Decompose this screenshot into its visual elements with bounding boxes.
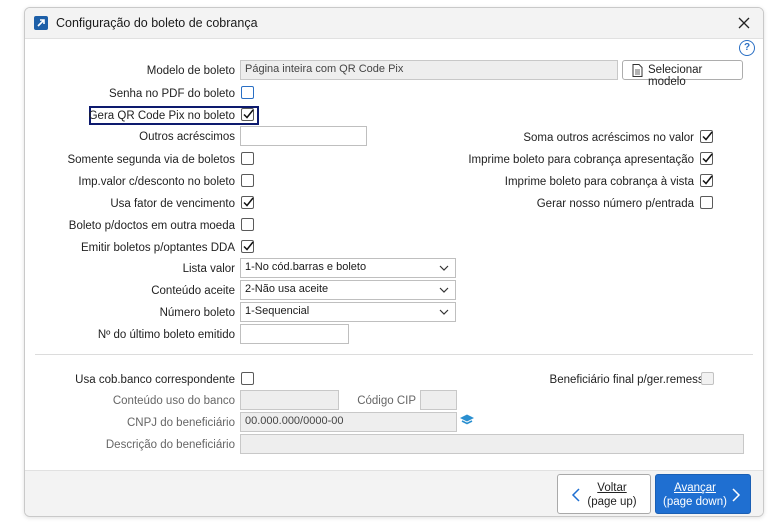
search-icon[interactable] bbox=[459, 414, 475, 426]
checkmark-icon bbox=[702, 175, 713, 185]
soma-label: Soma outros acréscimos no valor bbox=[523, 132, 694, 144]
ultimo-label: Nº do último boleto emitido bbox=[97, 329, 235, 341]
outros-label: Outros acréscimos bbox=[139, 131, 235, 143]
beneficiario-final-checkbox[interactable] bbox=[701, 372, 714, 385]
voltar-button[interactable]: Voltar (page up) bbox=[557, 474, 651, 514]
imprime-apresentacao-label: Imprime boleto para cobrança apresentaçã… bbox=[468, 154, 694, 166]
chevron-down-icon bbox=[439, 309, 449, 315]
segunda-via-label: Somente segunda via de boletos bbox=[67, 154, 235, 166]
codigo-cip-field bbox=[420, 390, 457, 410]
senha-pdf-label: Senha no PDF do boleto bbox=[109, 88, 235, 100]
chevron-down-icon bbox=[439, 265, 449, 271]
checkmark-icon bbox=[243, 241, 254, 251]
checkmark-icon bbox=[243, 197, 254, 207]
imp-valor-checkbox[interactable] bbox=[241, 174, 254, 187]
title-bar: Configuração do boleto de cobrança bbox=[25, 8, 763, 39]
imprime-vista-label: Imprime boleto para cobrança à vista bbox=[504, 176, 694, 188]
avancar-button[interactable]: Avançar (page down) bbox=[655, 474, 751, 514]
voltar-hint: (page up) bbox=[587, 496, 637, 508]
checkmark-icon bbox=[702, 131, 713, 141]
close-icon[interactable] bbox=[733, 12, 755, 34]
avancar-hint: (page down) bbox=[663, 496, 727, 508]
fator-checkbox[interactable] bbox=[241, 196, 254, 209]
section-divider bbox=[35, 354, 753, 355]
gera-qr-checkbox[interactable] bbox=[241, 108, 254, 121]
lista-select[interactable]: 1-No cód.barras e boleto bbox=[240, 258, 456, 278]
codigo-cip-label: Código CIP bbox=[357, 395, 416, 407]
conteudo-uso-field bbox=[240, 390, 339, 410]
modelo-field: Página inteira com QR Code Pix bbox=[240, 60, 618, 80]
senha-pdf-checkbox[interactable] bbox=[241, 86, 254, 99]
segunda-via-checkbox[interactable] bbox=[241, 152, 254, 165]
gera-qr-label: Gera QR Code Pix no boleto bbox=[88, 110, 235, 122]
footer-bar: Voltar (page up) Avançar (page down) bbox=[25, 470, 763, 516]
imprime-apresentacao-checkbox[interactable] bbox=[700, 152, 713, 165]
soma-checkbox[interactable] bbox=[700, 130, 713, 143]
descricao-label: Descrição do beneficiário bbox=[105, 439, 235, 451]
help-icon[interactable]: ? bbox=[739, 40, 755, 56]
aceite-select-value: 2-Não usa aceite bbox=[245, 283, 329, 295]
dda-label: Emitir boletos p/optantes DDA bbox=[80, 242, 235, 254]
cnpj-field: 00.000.000/0000-00 bbox=[240, 412, 457, 432]
selecionar-modelo-button[interactable]: Selecionar modelo bbox=[622, 60, 743, 88]
document-icon bbox=[632, 64, 643, 77]
imprime-vista-checkbox[interactable] bbox=[700, 174, 713, 187]
app-arrow-icon bbox=[34, 16, 48, 30]
lista-select-value: 1-No cód.barras e boleto bbox=[245, 261, 367, 273]
lista-label: Lista valor bbox=[182, 263, 235, 275]
nosso-numero-checkbox[interactable] bbox=[700, 196, 713, 209]
checkmark-icon bbox=[702, 153, 713, 163]
modelo-label: Modelo de boleto bbox=[146, 65, 235, 77]
ultimo-input[interactable] bbox=[240, 324, 349, 344]
outra-moeda-checkbox[interactable] bbox=[241, 218, 254, 231]
cob-banco-label: Usa cob.banco correspondente bbox=[75, 374, 235, 386]
aceite-select[interactable]: 2-Não usa aceite bbox=[240, 280, 456, 300]
config-boleto-dialog: Configuração do boleto de cobrança ? Mod… bbox=[24, 7, 764, 517]
outra-moeda-label: Boleto p/doctos em outra moeda bbox=[68, 220, 235, 232]
imp-valor-label: Imp.valor c/desconto no boleto bbox=[78, 176, 235, 188]
numero-select[interactable]: 1-Sequencial bbox=[240, 302, 456, 322]
chevron-down-icon bbox=[439, 287, 449, 293]
chevron-right-icon bbox=[732, 488, 741, 502]
numero-select-value: 1-Sequencial bbox=[245, 305, 310, 317]
cob-banco-checkbox[interactable] bbox=[241, 372, 254, 385]
close-button[interactable] bbox=[733, 12, 755, 34]
beneficiario-final-label: Beneficiário final p/ger.remessa bbox=[549, 374, 710, 386]
cnpj-label: CNPJ do beneficiário bbox=[126, 417, 235, 429]
voltar-label: Voltar bbox=[597, 482, 627, 494]
aceite-label: Conteúdo aceite bbox=[151, 285, 235, 297]
nosso-numero-label: Gerar nosso número p/entrada bbox=[536, 198, 694, 210]
checkmark-icon bbox=[243, 109, 254, 119]
descricao-field bbox=[240, 434, 744, 454]
numero-label: Número boleto bbox=[159, 307, 235, 319]
outros-input[interactable] bbox=[240, 126, 367, 146]
dda-checkbox[interactable] bbox=[241, 240, 254, 253]
conteudo-uso-label: Conteúdo uso do banco bbox=[112, 395, 235, 407]
selecionar-modelo-label: Selecionar modelo bbox=[648, 64, 703, 88]
window-title: Configuração do boleto de cobrança bbox=[56, 16, 258, 30]
fator-label: Usa fator de vencimento bbox=[110, 198, 235, 210]
avancar-label: Avançar bbox=[674, 482, 716, 494]
